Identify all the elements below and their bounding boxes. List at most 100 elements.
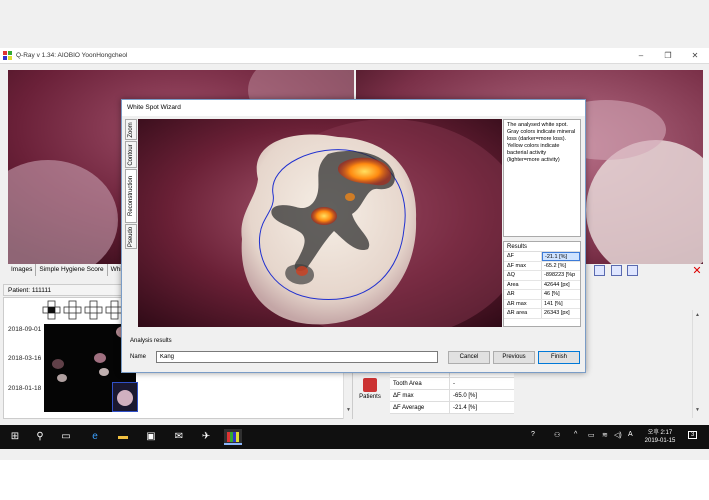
- finish-button[interactable]: Finish: [538, 351, 580, 364]
- analysis-description: The analysed white spot. Gray colors ind…: [503, 119, 581, 237]
- patients-button-label: Patients: [359, 394, 381, 400]
- app-logo-icon: [3, 51, 12, 60]
- result-value: -65.2 [%]: [544, 262, 567, 269]
- tab-label: Reconstruction: [128, 175, 134, 217]
- results-table: Results ΔF -21.1 [%] ΔF max -65.2 [%] ΔQ -8…: [503, 241, 581, 327]
- result-value: -21.1 [%]: [542, 252, 580, 261]
- arrow-down-icon[interactable]: [627, 265, 638, 276]
- tab-images[interactable]: Images: [8, 264, 37, 276]
- search-icon[interactable]: ⚲: [31, 429, 49, 445]
- people-icon[interactable]: ⚇: [554, 431, 560, 439]
- desktop-screen: Q-Ray v 1.34: AIOBIO YoonHongcheol – ❐ ✕: [0, 0, 709, 460]
- help-icon[interactable]: ?: [531, 431, 535, 438]
- name-label: Name: [130, 354, 147, 360]
- notification-count: 3: [691, 432, 695, 438]
- result-value: 42644 [px]: [544, 281, 570, 288]
- tab-zoom[interactable]: Zoom: [125, 119, 137, 140]
- dialog-title: White Spot Wizard: [122, 100, 585, 116]
- tab-reconstruction[interactable]: Reconstruction: [125, 169, 137, 223]
- mail-icon[interactable]: ✉: [170, 429, 188, 445]
- selected-thumbnail[interactable]: [112, 382, 138, 412]
- result-key: ΔR area: [504, 309, 542, 318]
- tab-simple-hygiene-score[interactable]: Simple Hygiene Score: [36, 264, 108, 276]
- history-date[interactable]: 2018-01-18: [8, 385, 41, 392]
- table-cell-label: ΔF Average: [390, 402, 450, 413]
- edge-browser-icon[interactable]: e: [86, 429, 104, 445]
- clock-date: 2019-01-15: [644, 438, 676, 444]
- table-row: ΔF Average -21.4 [%]: [390, 402, 514, 414]
- volume-icon[interactable]: ◁): [614, 431, 622, 439]
- tab-label: Zoom: [128, 121, 134, 138]
- history-date[interactable]: 2018-09-01: [8, 326, 41, 333]
- table-row[interactable]: Area 42644 [px]: [504, 280, 580, 290]
- tooth-chart-icons: [42, 300, 124, 320]
- wizard-vertical-tabs: Zoom Contour Reconstruction Pseudo: [125, 119, 137, 250]
- table-row[interactable]: ΔR max 141 [%]: [504, 299, 580, 309]
- windows-taskbar: ⊞ ⚲ ▭ e ▬ ▣ ✉ ✈ ? ⚇ ^ ▭ ≋ ◁) A 오후 2:17 2…: [0, 425, 709, 449]
- language-icon[interactable]: A: [628, 431, 633, 438]
- qray-taskbar-icon[interactable]: [224, 429, 242, 445]
- tooth-surface-icon[interactable]: [63, 300, 82, 320]
- cancel-button[interactable]: Cancel: [448, 351, 490, 364]
- right-panel-scrollbar[interactable]: ▲ ▼: [692, 310, 701, 418]
- table-cell-value: -65.0 [%]: [453, 393, 478, 399]
- tab-pseudo[interactable]: Pseudo: [125, 224, 137, 249]
- task-view-icon[interactable]: ▭: [57, 429, 75, 445]
- network-icon[interactable]: ▭: [588, 431, 595, 439]
- results-header: Results: [504, 242, 580, 252]
- analysis-results-label: Analysis results: [130, 338, 172, 344]
- notification-icon[interactable]: 3: [688, 431, 698, 439]
- maximize-icon[interactable]: ❐: [657, 50, 679, 62]
- table-row[interactable]: ΔF -21.1 [%]: [504, 252, 580, 262]
- scroll-down-icon[interactable]: ▼: [694, 407, 701, 415]
- wifi-icon[interactable]: ≋: [602, 431, 608, 439]
- tooth-surface-icon[interactable]: [42, 300, 61, 320]
- result-key: ΔF: [504, 252, 542, 261]
- patients-icon: [363, 378, 377, 392]
- table-row[interactable]: ΔR 46 [%]: [504, 290, 580, 300]
- table-cell-value: -21.4 [%]: [453, 405, 478, 411]
- result-value: 141 [%]: [544, 300, 563, 307]
- tab-label: Pseudo: [128, 226, 134, 247]
- store-icon[interactable]: ▣: [142, 429, 160, 445]
- name-input[interactable]: [156, 351, 438, 363]
- minimize-icon[interactable]: –: [630, 50, 652, 62]
- result-key: ΔQ: [504, 271, 542, 280]
- result-value: -898223 [%p: [544, 272, 576, 278]
- clock-time: 오후 2:17: [647, 430, 673, 436]
- table-row[interactable]: ΔF max -65.2 [%]: [504, 261, 580, 271]
- result-key: ΔF max: [504, 261, 542, 270]
- previous-button[interactable]: Previous: [493, 351, 535, 364]
- app-shortcut-icon[interactable]: ✈: [197, 429, 215, 445]
- result-key: Area: [504, 280, 542, 289]
- app-title-bar: Q-Ray v 1.34: AIOBIO YoonHongcheol – ❐ ✕: [0, 48, 709, 64]
- history-date[interactable]: 2018-03-16: [8, 355, 41, 362]
- result-value: 26343 [px]: [544, 310, 570, 316]
- result-key: ΔR: [504, 290, 542, 299]
- scroll-down-icon[interactable]: ▼: [345, 407, 352, 415]
- white-spot-analysis-image[interactable]: [138, 119, 502, 327]
- scroll-up-icon[interactable]: ▲: [694, 312, 701, 320]
- table-row: Tooth Area -: [390, 378, 514, 390]
- result-value: 46 [%]: [544, 291, 560, 297]
- delete-icon[interactable]: ✕: [691, 265, 703, 277]
- table-row[interactable]: ΔR area 26343 [px]: [504, 309, 580, 319]
- windows-start-icon[interactable]: ⊞: [6, 429, 24, 445]
- tab-contour[interactable]: Contour: [125, 141, 137, 168]
- arrow-left-icon[interactable]: [611, 265, 622, 276]
- chevron-up-icon[interactable]: ^: [574, 431, 577, 438]
- image-tabs: Images Simple Hygiene Score White S: [8, 264, 138, 276]
- tooth-surface-icon[interactable]: [84, 300, 103, 320]
- file-explorer-icon[interactable]: ▬: [114, 429, 132, 445]
- tab-label: Contour: [128, 143, 134, 166]
- taskbar-clock[interactable]: 오후 2:17 2019-01-15: [639, 429, 681, 445]
- table-cell-label: ΔF max: [390, 390, 450, 401]
- analysis-data-table: Area ΔR>120%- Tooth Area- ΔF max-65.0 [%…: [390, 366, 514, 414]
- image-tool-icon[interactable]: [594, 265, 605, 276]
- white-spot-wizard-dialog: White Spot Wizard Zoom Contour Reconstru…: [121, 99, 586, 373]
- close-icon[interactable]: ✕: [684, 50, 706, 62]
- table-row: ΔF max -65.0 [%]: [390, 390, 514, 402]
- table-row[interactable]: ΔQ -898223 [%p: [504, 271, 580, 281]
- table-cell-label: Tooth Area: [390, 378, 450, 389]
- app-title: Q-Ray v 1.34: AIOBIO YoonHongcheol: [16, 52, 128, 59]
